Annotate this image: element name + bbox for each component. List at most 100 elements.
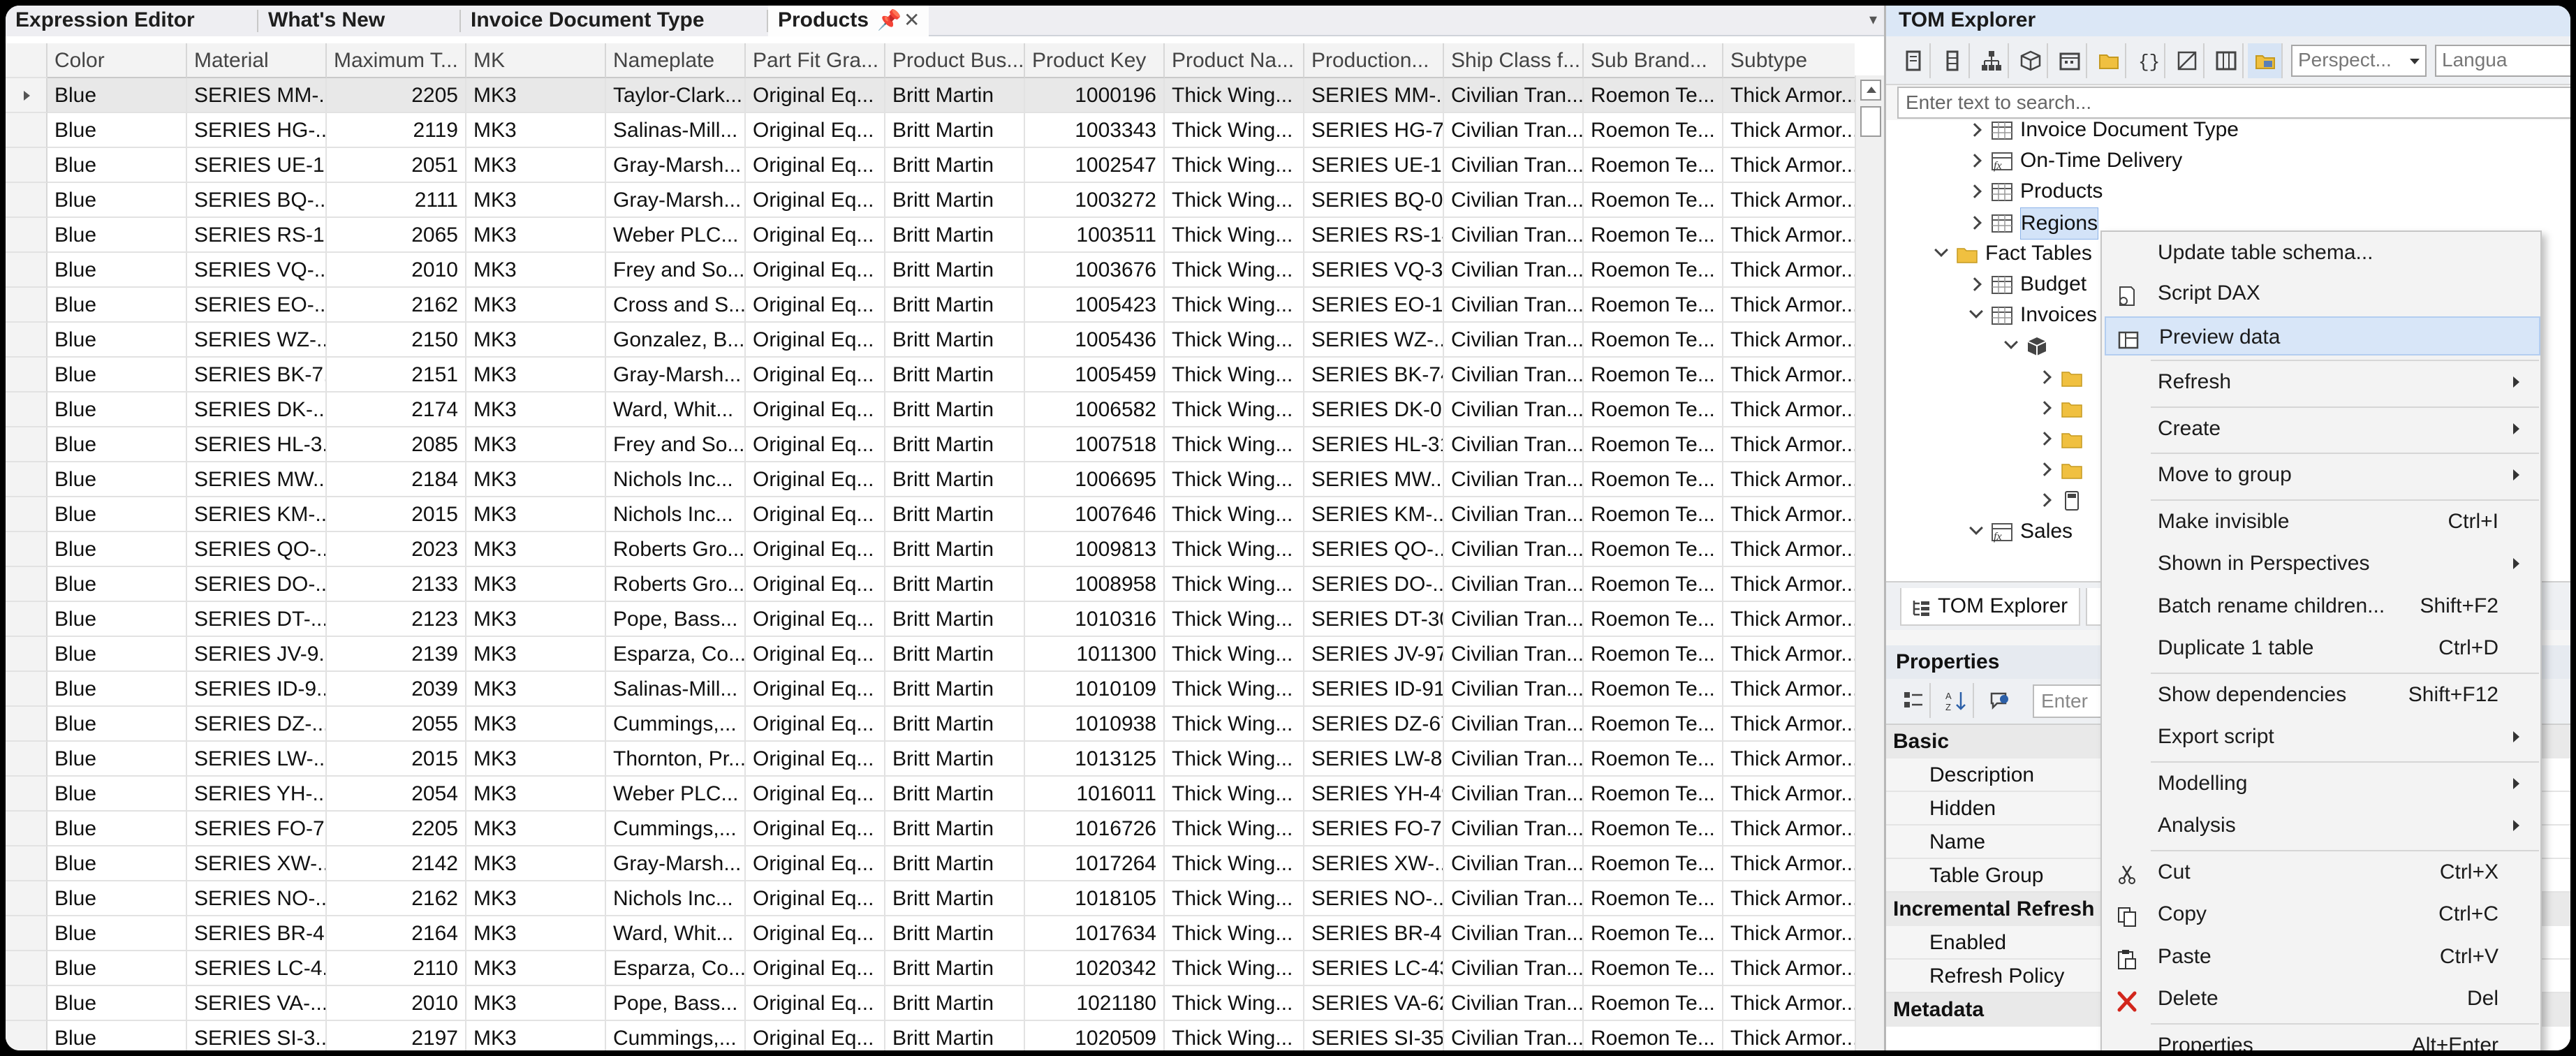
expand-chevron-icon[interactable] <box>2038 493 2052 508</box>
table-row[interactable]: Blue SERIES MM-... 2205 MK3 Taylor-Clark... O… <box>6 78 1855 113</box>
grid-cell[interactable]: Roemon Te... <box>1584 812 1723 846</box>
grid-cell[interactable]: Blue <box>47 393 187 427</box>
grid-cell[interactable]: SERIES QO-... <box>187 532 327 567</box>
grid-cell[interactable]: Civilian Tran... <box>1444 567 1584 602</box>
grid-cell[interactable]: Thick Wing... <box>1165 846 1304 881</box>
column-header[interactable]: Sub Brand... <box>1584 43 1723 78</box>
grid-cell[interactable]: Roemon Te... <box>1584 532 1723 567</box>
column-header[interactable]: Part Fit Gra... <box>746 43 885 78</box>
grid-cell[interactable]: 1007518 <box>1025 427 1165 462</box>
grid-cell[interactable]: MK3 <box>466 846 606 881</box>
grid-cell[interactable]: Britt Martin <box>885 777 1025 812</box>
grid-cell[interactable]: Civilian Tran... <box>1444 288 1584 323</box>
grid-cell[interactable]: Civilian Tran... <box>1444 393 1584 427</box>
menu-item-script-dax[interactable]: Script DAX <box>2105 274 2540 313</box>
grid-cell[interactable]: Gray-Marsh... <box>606 183 746 218</box>
grid-cell[interactable]: Roemon Te... <box>1584 183 1723 218</box>
grid-cell[interactable]: Roemon Te... <box>1584 777 1723 812</box>
grid-cell[interactable]: MK3 <box>466 113 606 148</box>
grid-cell[interactable]: Blue <box>47 358 187 393</box>
grid-cell[interactable]: Civilian Tran... <box>1444 183 1584 218</box>
tree-node[interactable]: Invoice Document Type <box>1968 120 2529 145</box>
table-row[interactable]: Blue SERIES XW-... 2142 MK3 Gray-Marsh... Ori… <box>6 846 1855 881</box>
grid-cell[interactable]: Gray-Marsh... <box>606 846 746 881</box>
grid-cell[interactable]: SERIES HG-78 <box>1304 113 1444 148</box>
grid-cell[interactable]: 1010938 <box>1025 707 1165 742</box>
grid-cell[interactable]: 2119 <box>327 113 466 148</box>
grid-cell[interactable]: Original Eq... <box>746 777 885 812</box>
grid-cell[interactable]: Civilian Tran... <box>1444 846 1584 881</box>
grid-cell[interactable]: SERIES BR-47 <box>1304 916 1444 951</box>
grid-cell[interactable]: SERIES JV-9... <box>187 637 327 672</box>
table-row[interactable]: Blue SERIES BQ-... 2111 MK3 Gray-Marsh... Ori… <box>6 183 1855 218</box>
expand-chevron-icon[interactable] <box>1968 277 1982 291</box>
grid-cell[interactable]: SERIES DO-... <box>187 567 327 602</box>
row-selector[interactable] <box>6 916 47 951</box>
grid-cell[interactable]: Gray-Marsh... <box>606 358 746 393</box>
grid-cell[interactable]: Britt Martin <box>885 1021 1025 1050</box>
data-grid[interactable]: Color Material Maximum T... MK Nameplate Part… <box>6 43 1855 1050</box>
grid-cell[interactable]: Cross and S... <box>606 288 746 323</box>
grid-cell[interactable]: Roemon Te... <box>1584 427 1723 462</box>
grid-cell[interactable]: SERIES FO-75 <box>1304 812 1444 846</box>
grid-cell[interactable]: Blue <box>47 1021 187 1050</box>
grid-cell[interactable]: SERIES XW-... <box>187 846 327 881</box>
grid-cell[interactable]: Original Eq... <box>746 916 885 951</box>
row-selector[interactable] <box>6 846 47 881</box>
grid-cell[interactable]: 1003272 <box>1025 183 1165 218</box>
grid-cell[interactable]: Thick Armor... <box>1723 637 1855 672</box>
grid-cell[interactable]: MK3 <box>466 742 606 777</box>
grid-cell[interactable]: Roberts Gro... <box>606 532 746 567</box>
grid-cell[interactable]: Original Eq... <box>746 881 885 916</box>
grid-cell[interactable]: Britt Martin <box>885 148 1025 183</box>
calendar-icon[interactable] <box>2052 43 2087 78</box>
grid-cell[interactable]: Britt Martin <box>885 218 1025 253</box>
table-row[interactable]: BlueSERIES RS-1...2065MK3Weber PLC...Ori… <box>6 218 1855 253</box>
vertical-scrollbar[interactable] <box>1855 75 1884 1050</box>
grid-cell[interactable]: Thick Armor... <box>1723 812 1855 846</box>
grid-cell[interactable]: Thornton, Pr... <box>606 742 746 777</box>
grid-cell[interactable]: Original Eq... <box>746 427 885 462</box>
table-row[interactable]: Blue SERIES LC-4... 2110 MK3 Esparza, Co... O… <box>6 951 1855 986</box>
grid-cell[interactable]: Thick Wing... <box>1165 812 1304 846</box>
grid-cell[interactable]: SERIES DZ-... <box>187 707 327 742</box>
grid-cell[interactable]: SERIES NO-... <box>187 881 327 916</box>
categorized-icon[interactable] <box>1896 683 1931 718</box>
grid-cell[interactable]: Blue <box>47 532 187 567</box>
grid-cell[interactable]: SERIES WZ-... <box>1304 323 1444 358</box>
grid-cell[interactable]: MK3 <box>466 881 606 916</box>
grid-cell[interactable]: Blue <box>47 986 187 1021</box>
grid-cell[interactable]: 2123 <box>327 602 466 637</box>
grid-cell[interactable]: SERIES SI-3... <box>187 1021 327 1050</box>
grid-cell[interactable]: Thick Wing... <box>1165 427 1304 462</box>
grid-cell[interactable]: Original Eq... <box>746 78 885 113</box>
sort-az-icon[interactable]: AZ <box>1939 683 1974 718</box>
tree-node[interactable]: fx On-Time Delivery <box>1968 145 2529 176</box>
grid-cell[interactable]: Thick Wing... <box>1165 986 1304 1021</box>
grid-cell[interactable]: Britt Martin <box>885 637 1025 672</box>
grid-cell[interactable]: Original Eq... <box>746 707 885 742</box>
grid-cell[interactable]: Roemon Te... <box>1584 462 1723 497</box>
grid-cell[interactable]: 2054 <box>327 777 466 812</box>
grid-cell[interactable]: SERIES MW... <box>1304 462 1444 497</box>
grid-cell[interactable]: 2085 <box>327 427 466 462</box>
grid-cell[interactable]: Civilian Tran... <box>1444 253 1584 288</box>
grid-cell[interactable]: 1006582 <box>1025 393 1165 427</box>
row-selector[interactable] <box>6 881 47 916</box>
collapse-chevron-icon[interactable] <box>1934 242 1948 257</box>
grid-cell[interactable]: Civilian Tran... <box>1444 777 1584 812</box>
grid-cell[interactable]: 1000196 <box>1025 78 1165 113</box>
hierarchy-icon[interactable] <box>1974 43 2009 78</box>
grid-cell[interactable]: Original Eq... <box>746 812 885 846</box>
grid-cell[interactable]: Thick Wing... <box>1165 462 1304 497</box>
grid-cell[interactable]: Blue <box>47 323 187 358</box>
tom-search-input[interactable]: Enter text to search... <box>1897 87 2570 119</box>
grid-cell[interactable]: Thick Wing... <box>1165 253 1304 288</box>
grid-cell[interactable]: 2133 <box>327 567 466 602</box>
grid-cell[interactable]: Cummings,... <box>606 707 746 742</box>
grid-cell[interactable]: Roemon Te... <box>1584 567 1723 602</box>
grid-cell[interactable]: SERIES SI-35 <box>1304 1021 1444 1050</box>
grid-cell[interactable]: Roemon Te... <box>1584 1021 1723 1050</box>
grid-cell[interactable]: MK3 <box>466 393 606 427</box>
grid-cell[interactable]: Thick Armor... <box>1723 497 1855 532</box>
